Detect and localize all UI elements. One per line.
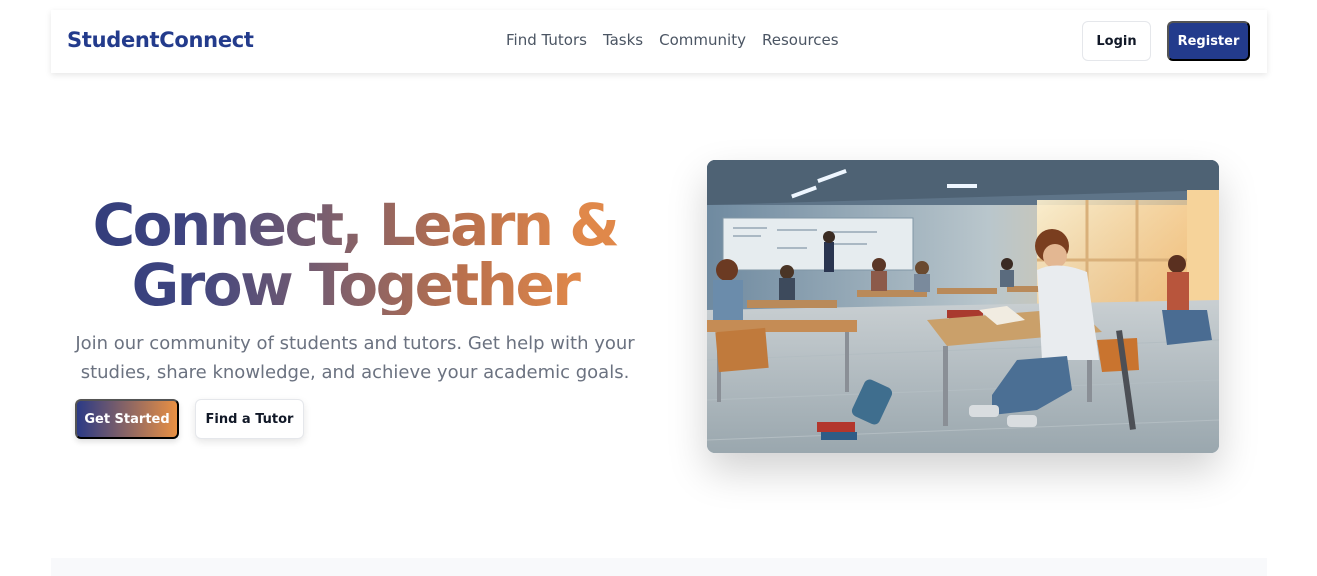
hero-title: Connect, Learn & Grow Together xyxy=(60,195,650,315)
next-section-background xyxy=(51,558,1267,576)
find-tutor-button[interactable]: Find a Tutor xyxy=(195,399,304,439)
get-started-button[interactable]: Get Started xyxy=(75,399,179,439)
top-navbar: StudentConnect Find Tutors Tasks Communi… xyxy=(51,10,1267,73)
login-button[interactable]: Login xyxy=(1082,21,1151,61)
register-button[interactable]: Register xyxy=(1167,21,1250,61)
nav-link-find-tutors[interactable]: Find Tutors xyxy=(506,31,587,49)
hero-title-line-2: Grow Together xyxy=(131,251,579,319)
primary-nav: Find Tutors Tasks Community Resources xyxy=(506,31,855,49)
nav-link-tasks[interactable]: Tasks xyxy=(603,31,643,49)
classroom-illustration xyxy=(707,160,1219,453)
hero-subtitle: Join our community of students and tutor… xyxy=(75,333,635,383)
nav-link-community[interactable]: Community xyxy=(659,31,746,49)
nav-link-resources[interactable]: Resources xyxy=(762,31,839,49)
hero-title-line-1: Connect, Learn & xyxy=(92,191,618,259)
brand-logo[interactable]: StudentConnect xyxy=(67,28,254,52)
